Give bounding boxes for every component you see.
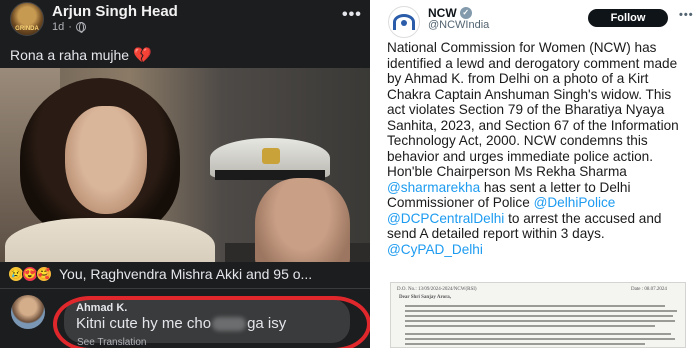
ncw-logo-icon[interactable] (388, 6, 420, 38)
globe-icon (75, 22, 86, 33)
verified-icon: ✓ (459, 7, 472, 19)
post-meta: 1d · (52, 21, 86, 33)
tweet: NCW ✓ @NCWIndia Follow ••• National Comm… (382, 0, 696, 348)
mention-link[interactable]: @sharmarekha (387, 180, 480, 195)
attached-letter-image[interactable]: D.O. No.: 13/09/2024-2024/NCW(RSI) Date … (390, 282, 686, 348)
caption-text: Rona a raha mujhe (10, 47, 130, 63)
author-avatar[interactable]: GRINDA (10, 2, 44, 36)
highlight-circle (53, 296, 370, 348)
doc-date: Date : 08.07.2024 (631, 287, 667, 292)
tweet-text: National Commission for Women (NCW) has … (387, 40, 679, 179)
doc-ref: D.O. No.: 13/09/2024-2024/NCW(RSI) (397, 287, 477, 292)
display-name: NCW (428, 6, 457, 20)
doc-salutation: Dear Shri Sanjay Arora, (399, 295, 452, 300)
mention-link[interactable]: @CyPAD_Delhi (387, 242, 483, 257)
post-caption: Rona a raha mujhe 💔 (10, 46, 152, 64)
woman-face (65, 106, 147, 214)
author-name[interactable]: Arjun Singh Head (52, 3, 178, 20)
avatar-text: GRINDA (15, 26, 39, 32)
tweet-author[interactable]: NCW ✓ (428, 6, 472, 20)
follow-button[interactable]: Follow (588, 9, 668, 27)
post-time[interactable]: 1d (52, 21, 64, 33)
tweet-body: National Commission for Women (NCW) has … (387, 40, 679, 257)
care-reaction-icon: 🥰 (36, 266, 52, 282)
post-header: GRINDA Arjun Singh Head 1d · ••• (0, 0, 370, 40)
man-face (255, 178, 350, 262)
tweet-handle[interactable]: @NCWIndia (428, 19, 489, 31)
commenter-avatar[interactable] (11, 295, 45, 329)
reactions-bar[interactable]: 😢 😍 🥰 You, Raghvendra Mishra Akki and 95… (8, 266, 312, 282)
mention-link[interactable]: @DelhiPolice (534, 195, 616, 210)
mention-link[interactable]: @DCPCentralDelhi (387, 211, 504, 226)
divider (370, 0, 382, 348)
more-dots-icon[interactable]: ••• (342, 6, 362, 24)
post-photo[interactable] (0, 68, 370, 262)
reactions-summary[interactable]: You, Raghvendra Mishra Akki and 95 o... (59, 266, 312, 282)
broken-heart-icon: 💔 (133, 47, 152, 64)
facebook-post: GRINDA Arjun Singh Head 1d · ••• Rona a … (0, 0, 370, 348)
more-dots-icon[interactable]: ••• (679, 9, 694, 21)
